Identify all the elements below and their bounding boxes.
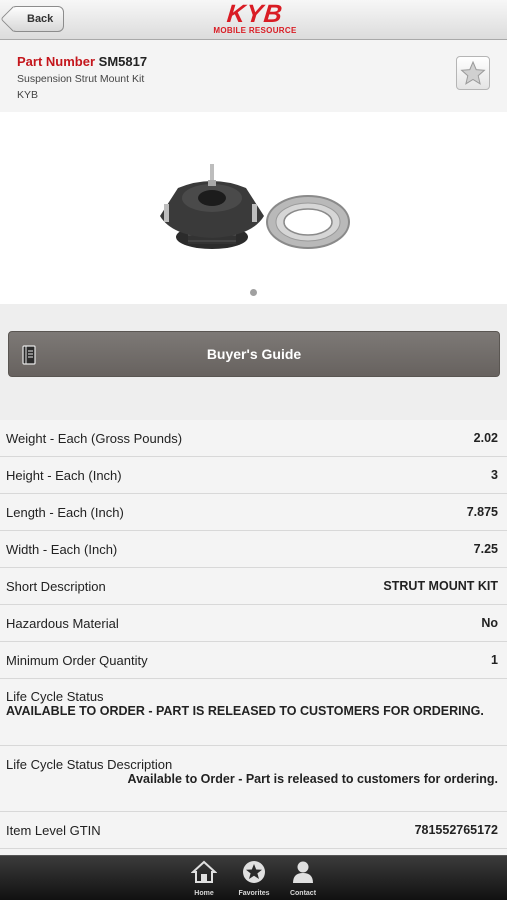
- book-icon: [22, 345, 36, 365]
- spec-row-short-description: Short Description STRUT MOUNT KIT: [0, 568, 507, 605]
- spec-value: 2.02: [473, 431, 498, 445]
- tab-favorites[interactable]: Favorites: [234, 860, 274, 897]
- spec-value: 7.875: [466, 505, 498, 519]
- part-number-value: SM5817: [98, 54, 148, 69]
- spec-row-life-cycle-status: Life Cycle Status AVAILABLE TO ORDER - P…: [0, 679, 507, 746]
- spec-key: Weight - Each (Gross Pounds): [6, 431, 183, 446]
- page-indicator-dot: [250, 289, 257, 296]
- tab-bar: Home Favorites Contact: [0, 855, 507, 900]
- spec-key: Life Cycle Status: [6, 689, 104, 704]
- buyers-guide-button[interactable]: Buyer's Guide: [8, 331, 500, 377]
- logo-text: KYB: [225, 0, 285, 28]
- nav-bar: Back KYB MOBILE RESOURCE: [0, 0, 507, 40]
- spec-row-length: Length - Each (Inch) 7.875: [0, 494, 507, 531]
- spec-value: 1: [491, 653, 498, 667]
- spec-key: Item Level GTIN: [6, 823, 101, 838]
- spec-row-min-order: Minimum Order Quantity 1: [0, 642, 507, 679]
- spec-value: Available to Order - Part is released to…: [127, 772, 498, 786]
- spec-row-hazardous: Hazardous Material No: [0, 605, 507, 642]
- spec-value: STRUT MOUNT KIT: [383, 579, 498, 593]
- part-brand: KYB: [17, 89, 39, 101]
- home-icon: [190, 860, 218, 883]
- spec-key: Height - Each (Inch): [6, 468, 122, 483]
- spec-value: No: [481, 616, 498, 630]
- spec-key: Hazardous Material: [6, 616, 119, 631]
- part-number-label: Part Number: [17, 54, 96, 69]
- spec-row-life-cycle-description: Life Cycle Status Description Available …: [0, 746, 507, 812]
- back-button-label: Back: [27, 13, 54, 25]
- part-number: Part Number SM5817: [17, 54, 147, 69]
- tab-home-label: Home: [194, 890, 214, 897]
- spec-value: 7.25: [473, 542, 498, 556]
- kyb-logo: KYB MOBILE RESOURCE: [205, 0, 305, 35]
- tab-contact-label: Contact: [289, 890, 317, 897]
- buyers-guide-label: Buyer's Guide: [206, 346, 302, 362]
- spec-value: AVAILABLE TO ORDER - PART IS RELEASED TO…: [6, 704, 484, 718]
- tab-home[interactable]: Home: [184, 860, 224, 897]
- spec-list: Weight - Each (Gross Pounds) 2.02 Height…: [0, 420, 507, 886]
- person-icon: [293, 861, 313, 883]
- part-description: Suspension Strut Mount Kit: [17, 73, 145, 85]
- back-button[interactable]: Back: [10, 6, 65, 32]
- spec-key: Minimum Order Quantity: [6, 653, 148, 668]
- spec-key: Short Description: [6, 579, 106, 594]
- spec-row-height: Height - Each (Inch) 3: [0, 457, 507, 494]
- favorite-button[interactable]: [456, 56, 490, 90]
- star-icon: [460, 60, 486, 85]
- spec-row-gtin: Item Level GTIN 781552765172: [0, 812, 507, 849]
- spec-key: Length - Each (Inch): [6, 505, 124, 520]
- star-icon: [243, 861, 265, 883]
- product-image-gallery[interactable]: [0, 112, 507, 304]
- spec-row-weight: Weight - Each (Gross Pounds) 2.02: [0, 420, 507, 457]
- tab-contact[interactable]: Contact: [283, 860, 323, 897]
- spec-row-width: Width - Each (Inch) 7.25: [0, 531, 507, 568]
- part-header: Part Number SM5817 Suspension Strut Moun…: [0, 40, 507, 112]
- app-screen: Back KYB MOBILE RESOURCE Part Number SM5…: [0, 0, 507, 900]
- product-image: [160, 164, 350, 249]
- spec-value: 3: [491, 468, 498, 482]
- spec-key: Life Cycle Status Description: [6, 757, 173, 772]
- guide-section: Buyer's Guide: [0, 304, 507, 420]
- spec-value: 781552765172: [414, 823, 498, 837]
- tab-favorites-label: Favorites: [238, 890, 270, 897]
- spec-key: Width - Each (Inch): [6, 542, 118, 557]
